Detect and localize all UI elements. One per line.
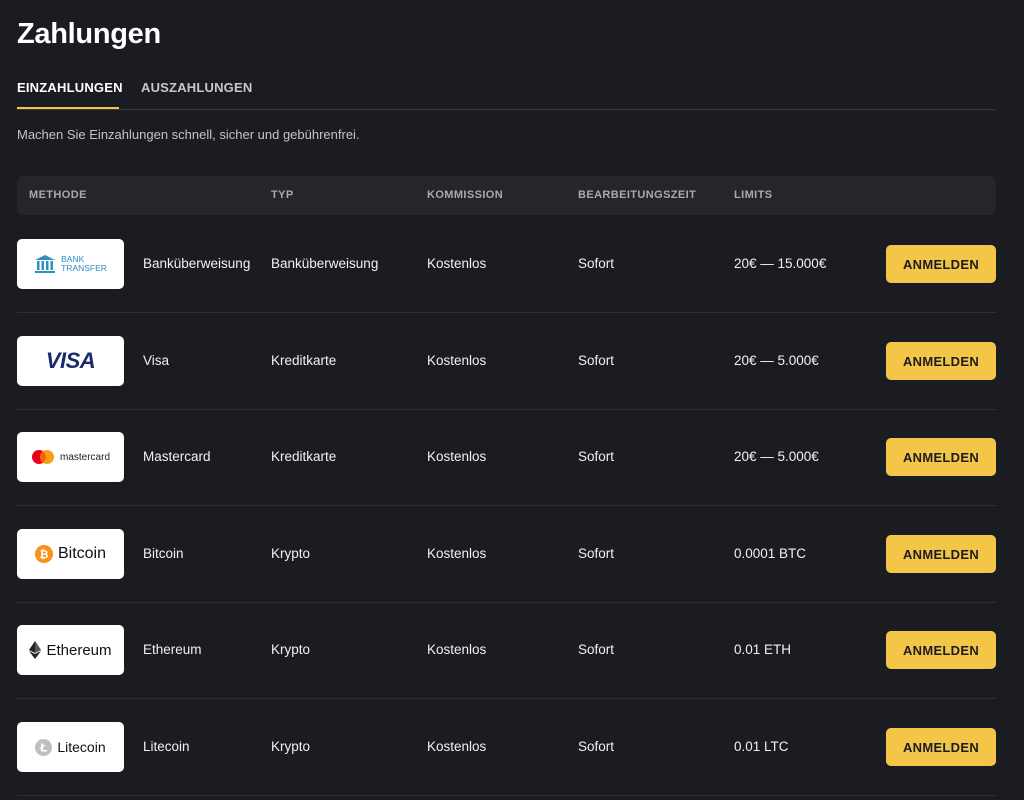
- processing-time: Sofort: [578, 256, 615, 271]
- svg-text:Ł: Ł: [39, 741, 47, 754]
- limits: 20€ — 5.000€: [734, 449, 819, 464]
- payments-page: Zahlungen EINZAHLUNGEN AUSZAHLUNGEN Mach…: [0, 0, 1024, 800]
- header-commission: KOMMISSION: [427, 189, 504, 201]
- method-type: Kreditkarte: [271, 353, 337, 368]
- processing-time: Sofort: [578, 739, 615, 754]
- visa-icon: VISA: [45, 348, 96, 373]
- tab-withdrawals[interactable]: AUSZAHLUNGEN: [141, 80, 252, 95]
- method-name: Banküberweisung: [143, 256, 251, 271]
- header-processing-time: BEARBEITUNGSZEIT: [578, 189, 697, 201]
- method-type: Kreditkarte: [271, 449, 337, 464]
- table-row: VISA Visa Kreditkarte Kostenlos Sofort 2…: [17, 313, 996, 410]
- method-name: Litecoin: [143, 739, 190, 754]
- ethereum-wordmark: Ethereum: [46, 641, 112, 659]
- header-limits: LIMITS: [734, 189, 773, 201]
- register-button[interactable]: ANMELDEN: [886, 728, 996, 766]
- commission: Kostenlos: [427, 642, 487, 657]
- litecoin-logo: Ł Litecoin: [17, 722, 124, 772]
- method-name: Visa: [143, 353, 170, 368]
- limits: 0.0001 BTC: [734, 546, 807, 561]
- limits: 0.01 ETH: [734, 642, 792, 657]
- svg-text:₿: ₿: [40, 548, 49, 561]
- method-name: Bitcoin: [143, 546, 184, 561]
- limits: 20€ — 15.000€: [734, 256, 827, 271]
- header-method: METHODE: [29, 189, 87, 201]
- bitcoin-icon: ₿: [34, 545, 53, 563]
- table-row: BANK TRANSFER Banküberweisung Banküberwe…: [17, 216, 996, 313]
- bitcoin-logo: ₿ Bitcoin: [17, 529, 124, 579]
- page-title: Zahlungen: [17, 18, 161, 50]
- intro-text: Machen Sie Einzahlungen schnell, sicher …: [17, 127, 360, 142]
- litecoin-icon: Ł: [35, 738, 53, 756]
- table-row: Ethereum Ethereum Krypto Kostenlos Sofor…: [17, 602, 996, 699]
- table-row: mastercard Mastercard Kreditkarte Kosten…: [17, 409, 996, 506]
- table-row: ₿ Bitcoin Bitcoin Krypto Kostenlos Sofor…: [17, 506, 996, 603]
- bank-icon: [35, 255, 56, 273]
- ethereum-icon: [29, 641, 42, 659]
- commission: Kostenlos: [427, 256, 487, 271]
- mastercard-logo: mastercard: [17, 432, 124, 482]
- limits: 20€ — 5.000€: [734, 353, 819, 368]
- tab-bar: EINZAHLUNGEN AUSZAHLUNGEN: [17, 74, 996, 110]
- tab-deposits[interactable]: EINZAHLUNGEN: [17, 80, 123, 95]
- register-button[interactable]: ANMELDEN: [886, 342, 996, 380]
- processing-time: Sofort: [578, 642, 615, 657]
- method-type: Banküberweisung: [271, 256, 379, 271]
- processing-time: Sofort: [578, 449, 615, 464]
- mastercard-wordmark: mastercard: [59, 451, 110, 463]
- processing-time: Sofort: [578, 546, 615, 561]
- table-header: METHODE TYP KOMMISSION BEARBEITUNGSZEIT …: [17, 176, 996, 215]
- header-type: TYP: [271, 189, 294, 201]
- method-type: Krypto: [271, 739, 311, 754]
- method-name: Ethereum: [143, 642, 202, 657]
- method-type: Krypto: [271, 546, 311, 561]
- bank-logo-line2: TRANSFER: [61, 263, 107, 273]
- mastercard-icon: [31, 450, 54, 464]
- register-button[interactable]: ANMELDEN: [886, 535, 996, 573]
- method-name: Mastercard: [143, 449, 211, 464]
- register-button[interactable]: ANMELDEN: [886, 438, 996, 476]
- commission: Kostenlos: [427, 546, 487, 561]
- table-row: Ł Litecoin Litecoin Krypto Kostenlos Sof…: [17, 699, 996, 796]
- commission: Kostenlos: [427, 739, 487, 754]
- visa-logo: VISA: [17, 336, 124, 386]
- register-button[interactable]: ANMELDEN: [886, 631, 996, 669]
- processing-time: Sofort: [578, 353, 615, 368]
- litecoin-wordmark: Litecoin: [57, 739, 106, 755]
- active-tab-indicator: [17, 107, 119, 109]
- register-button[interactable]: ANMELDEN: [886, 245, 996, 283]
- ethereum-logo: Ethereum: [17, 625, 124, 675]
- commission: Kostenlos: [427, 353, 487, 368]
- method-type: Krypto: [271, 642, 311, 657]
- limits: 0.01 LTC: [734, 739, 789, 754]
- commission: Kostenlos: [427, 449, 487, 464]
- bank-transfer-logo: BANK TRANSFER: [17, 239, 124, 289]
- bitcoin-wordmark: Bitcoin: [57, 545, 107, 562]
